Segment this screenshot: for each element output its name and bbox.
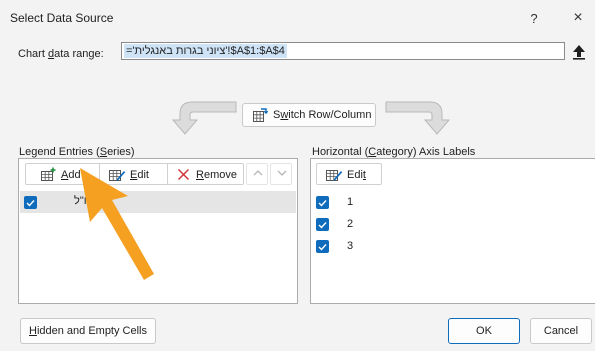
switch-label-text-end: itch Row/Column bbox=[288, 109, 372, 121]
cancel-button[interactable]: Cancel bbox=[530, 318, 592, 344]
switch-arrow-left-icon bbox=[171, 101, 237, 135]
annotation-arrow-icon bbox=[80, 168, 154, 280]
axis-label-text-end: ategory) Axis Labels bbox=[376, 146, 476, 158]
axis-item-label: 2 bbox=[347, 218, 354, 230]
remove-x-icon bbox=[177, 168, 190, 181]
move-down-button[interactable] bbox=[270, 163, 292, 185]
edit-axis-labels-button[interactable]: Edit bbox=[316, 163, 382, 185]
collapse-dialog-button[interactable] bbox=[568, 40, 588, 62]
axis-item-checkbox[interactable] bbox=[316, 218, 329, 231]
remove-accelerator: R bbox=[196, 169, 204, 181]
legend-label-text-end: eries) bbox=[107, 146, 135, 158]
checkmark-icon bbox=[318, 200, 327, 207]
edit-axis-label-text: Edi bbox=[347, 169, 363, 181]
switch-arrow-right-icon bbox=[385, 101, 451, 135]
legend-label-text: Legend Entries ( bbox=[19, 146, 100, 158]
axis-item-label: 1 bbox=[347, 196, 354, 208]
axis-list-item[interactable]: 3 bbox=[312, 237, 582, 257]
select-data-source-dialog: Select Data Source ? × Chart data range:… bbox=[0, 0, 595, 351]
remove-series-label: Remove bbox=[196, 169, 237, 181]
move-up-button[interactable] bbox=[246, 163, 268, 185]
chart-data-range-label: Chart data range: bbox=[18, 48, 104, 60]
axis-label-text: Horizontal ( bbox=[312, 146, 369, 158]
axis-item-label: 3 bbox=[347, 240, 354, 252]
remove-series-button[interactable]: Remove bbox=[167, 163, 244, 185]
series-checkbox[interactable] bbox=[24, 196, 37, 209]
axis-item-checkbox[interactable] bbox=[316, 196, 329, 209]
range-label-text: Chart bbox=[18, 48, 48, 60]
chevron-down-icon bbox=[277, 170, 287, 176]
axis-list-item[interactable]: 2 bbox=[312, 215, 582, 235]
ok-button[interactable]: OK bbox=[448, 318, 520, 344]
chart-data-range-input[interactable]: ='ציוני בגרות באנגלית'!$A$1:$A$4 bbox=[121, 42, 565, 60]
axis-labels-panel: Edit 1 2 3 bbox=[310, 158, 595, 304]
dialog-title: Select Data Source bbox=[10, 11, 114, 25]
edit-axis-accelerator: t bbox=[362, 169, 366, 181]
collapse-arrow-icon bbox=[573, 45, 585, 60]
chart-data-range-value: ='ציוני בגרות באנגלית'!$A$1:$A$4 bbox=[124, 44, 287, 58]
legend-entries-label: Legend Entries (Series) bbox=[19, 146, 135, 158]
axis-toolbar: Edit bbox=[311, 159, 595, 189]
axis-item-checkbox[interactable] bbox=[316, 240, 329, 253]
edit-axis-icon bbox=[326, 170, 343, 181]
help-button[interactable]: ? bbox=[524, 9, 544, 29]
title-bar: Select Data Source ? × bbox=[0, 0, 595, 36]
hidden-accelerator: H bbox=[28, 325, 37, 337]
checkmark-icon bbox=[26, 200, 35, 207]
range-label-text-end: ata range: bbox=[54, 48, 104, 60]
switch-row-column-icon bbox=[253, 108, 268, 122]
switch-row-column-button[interactable]: Switch Row/Column bbox=[242, 103, 376, 127]
legend-label-accelerator: S bbox=[99, 146, 108, 158]
edit-axis-label: Edit bbox=[347, 169, 366, 181]
hidden-and-empty-cells-button[interactable]: Hidden and Empty Cells bbox=[20, 318, 156, 344]
remove-label-rest: emove bbox=[203, 169, 237, 181]
hidden-label-rest: idden and Empty Cells bbox=[36, 325, 147, 337]
axis-labels-label: Horizontal (Category) Axis Labels bbox=[312, 146, 475, 158]
axis-list-item[interactable]: 1 bbox=[312, 193, 582, 213]
checkmark-icon bbox=[318, 222, 327, 229]
axis-label-accelerator: C bbox=[368, 146, 377, 158]
checkmark-icon bbox=[318, 244, 327, 251]
add-series-icon bbox=[41, 167, 56, 181]
switch-row-column-label: Switch Row/Column bbox=[273, 109, 371, 121]
chevron-up-icon bbox=[253, 170, 263, 176]
close-button[interactable]: × bbox=[568, 7, 588, 29]
